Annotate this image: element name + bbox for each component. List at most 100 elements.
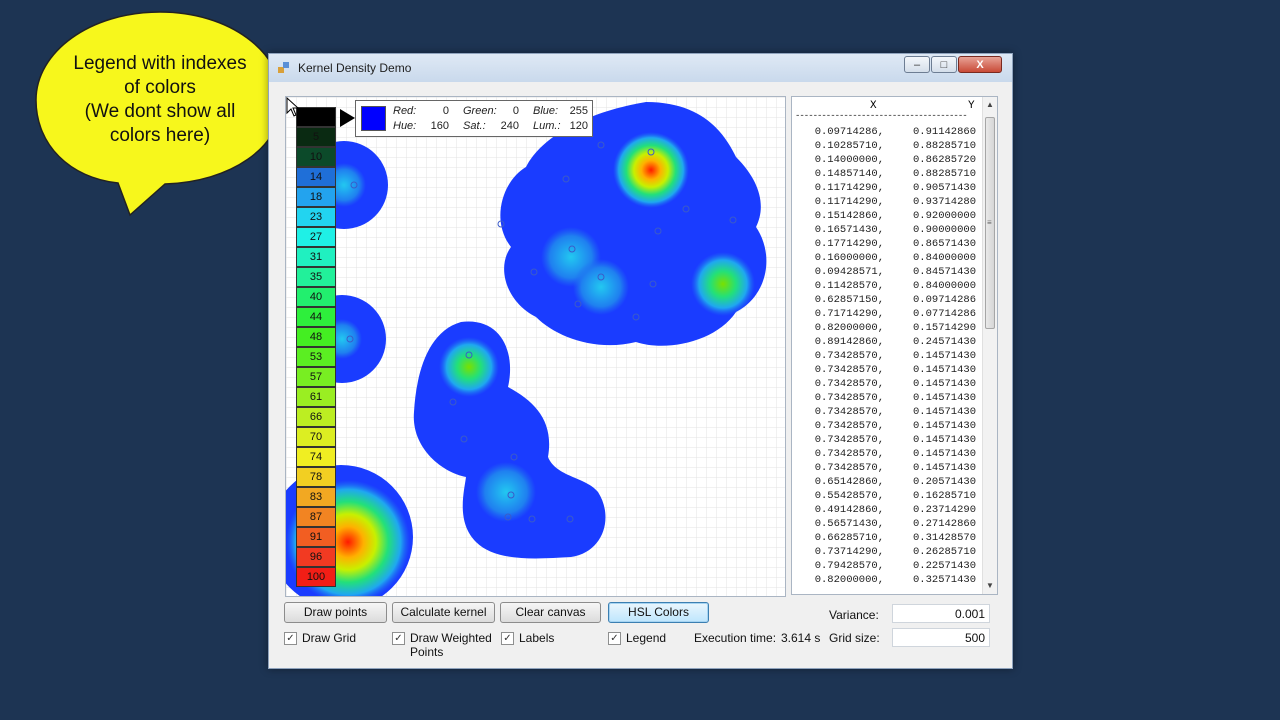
calculate-kernel-button[interactable]: Calculate kernel (392, 602, 495, 623)
list-row[interactable]: 0.14000000, 0.86285720 (792, 153, 982, 167)
list-row[interactable]: 0.49142860, 0.23714290 (792, 503, 982, 517)
app-icon (278, 62, 289, 73)
list-row[interactable]: 0.09428571, 0.84571430 (792, 265, 982, 279)
legend-entry: 66 (296, 407, 336, 427)
y-value: 0.14571430 (912, 350, 976, 362)
list-row[interactable]: 0.82000000, 0.15714290 (792, 321, 982, 335)
list-row[interactable]: 0.73428570, 0.14571430 (792, 461, 982, 475)
legend-entry: 31 (296, 247, 336, 267)
list-rows: 0.09714286, 0.91142860 0.10285710, 0.882857… (792, 125, 982, 587)
y-value: 0.07714286 (912, 308, 976, 320)
x-value: 0.73428570, (814, 364, 884, 376)
y-value: 0.14571430 (912, 364, 976, 376)
scroll-up-arrow-icon[interactable]: ▲ (986, 100, 994, 109)
header-separator: --------------------------------------- (795, 111, 968, 121)
variance-input[interactable]: 0.001 (892, 604, 990, 623)
execution-time-value: 3.614 s (781, 631, 821, 645)
list-row[interactable]: 0.73428570, 0.14571430 (792, 391, 982, 405)
mouse-cursor-icon (286, 97, 300, 117)
density-hotspot-top (613, 132, 689, 208)
list-row[interactable]: 0.17714290, 0.86571430 (792, 237, 982, 251)
close-button[interactable]: X (958, 56, 1002, 73)
list-row[interactable]: 0.16000000, 0.84000000 (792, 251, 982, 265)
list-row[interactable]: 0.11428570, 0.84000000 (792, 279, 982, 293)
list-row[interactable]: 0.71714290, 0.07714286 (792, 307, 982, 321)
list-row[interactable]: 0.14857140, 0.88285710 (792, 167, 982, 181)
color-info-popup: Red: 0 Green: 0 Blue: 255 Hue: 160 Sat.:… (355, 100, 593, 137)
maximize-button[interactable]: □ (931, 56, 957, 73)
y-value: 0.14571430 (912, 434, 976, 446)
callout-line-2: of colors (124, 77, 196, 98)
checkbox-check-icon[interactable]: ✓ (392, 632, 405, 645)
red-label: Red: (393, 105, 417, 117)
y-value: 0.14571430 (912, 462, 976, 474)
density-canvas[interactable]: 5 10 14 18 23 27 31 35 40 44 48 53 57 61 66 70 74 78 83 87 9… (285, 96, 786, 597)
list-row[interactable]: 0.66285710, 0.31428570 (792, 531, 982, 545)
y-value: 0.84571430 (912, 266, 976, 278)
clear-canvas-button[interactable]: Clear canvas (500, 602, 601, 623)
scroll-thumb[interactable]: ≡ (985, 117, 995, 329)
callout-line-3: (We dont show all (84, 101, 236, 122)
legend-entry: 14 (296, 167, 336, 187)
list-header: X Y ------------------------------------… (792, 97, 982, 121)
legend-entry: 91 (296, 527, 336, 547)
list-scrollbar[interactable]: ▲ ≡ ▼ (982, 97, 997, 594)
list-row[interactable]: 0.82000000, 0.32571430 (792, 573, 982, 587)
legend-callout: Legend with indexes of colors (We dont s… (0, 0, 300, 230)
window-title: Kernel Density Demo (298, 61, 412, 75)
list-row[interactable]: 0.73428570, 0.14571430 (792, 419, 982, 433)
x-value: 0.14857140, (814, 168, 884, 180)
minimize-button[interactable]: – (904, 56, 930, 73)
y-value: 0.27142860 (912, 518, 976, 530)
callout-line-4: colors here) (109, 125, 211, 146)
list-row[interactable]: 0.10285710, 0.88285710 (792, 139, 982, 153)
list-row[interactable]: 0.73428570, 0.14571430 (792, 405, 982, 419)
list-row[interactable]: 0.73428570, 0.14571430 (792, 433, 982, 447)
list-row[interactable]: 0.73428570, 0.14571430 (792, 447, 982, 461)
legend-entry: 10 (296, 147, 336, 167)
legend-entry: 53 (296, 347, 336, 367)
list-row[interactable]: 0.73428570, 0.14571430 (792, 363, 982, 377)
list-row[interactable]: 0.65142860, 0.20571430 (792, 475, 982, 489)
y-value: 0.93714280 (912, 196, 976, 208)
y-value: 0.90571430 (912, 182, 976, 194)
checkbox-check-icon[interactable]: ✓ (608, 632, 621, 645)
legend-entry: 57 (296, 367, 336, 387)
legend-entry: 70 (296, 427, 336, 447)
grid-size-input[interactable]: 500 (892, 628, 990, 647)
list-row[interactable]: 0.11714290, 0.93714280 (792, 195, 982, 209)
legend-entry: 44 (296, 307, 336, 327)
list-row[interactable]: 0.73428570, 0.14571430 (792, 349, 982, 363)
list-row[interactable]: 0.15142860, 0.92000000 (792, 209, 982, 223)
checkbox-check-icon[interactable]: ✓ (501, 632, 514, 645)
draw-points-button[interactable]: Draw points (284, 602, 387, 623)
density-hotspot-snake (439, 337, 499, 397)
legend-entry: 74 (296, 447, 336, 467)
color-swatch (361, 106, 386, 131)
list-row[interactable]: 0.56571430, 0.27142860 (792, 517, 982, 531)
blue-value: 255 (569, 105, 588, 117)
title-bar[interactable]: Kernel Density Demo – □ X (269, 54, 1012, 82)
coordinates-list[interactable]: X Y ------------------------------------… (791, 96, 998, 595)
x-value: 0.62857150, (814, 294, 884, 306)
lum-label: Lum.: (533, 120, 561, 132)
list-row[interactable]: 0.62857150, 0.09714286 (792, 293, 982, 307)
x-value: 0.11428570, (814, 280, 884, 292)
list-row[interactable]: 0.73714290, 0.26285710 (792, 545, 982, 559)
checkbox-check-icon[interactable]: ✓ (284, 632, 297, 645)
list-row[interactable]: 0.89142860, 0.24571430 (792, 335, 982, 349)
hsl-colors-button[interactable]: HSL Colors (608, 602, 709, 623)
density-spot-snake-bottom (476, 462, 536, 522)
list-row[interactable]: 0.79428570, 0.22571430 (792, 559, 982, 573)
list-row[interactable]: 0.55428570, 0.16285710 (792, 489, 982, 503)
list-row[interactable]: 0.16571430, 0.90000000 (792, 223, 982, 237)
x-value: 0.15142860, (814, 210, 884, 222)
legend-entry: 35 (296, 267, 336, 287)
list-row[interactable]: 0.73428570, 0.14571430 (792, 377, 982, 391)
scroll-down-arrow-icon[interactable]: ▼ (986, 581, 994, 590)
list-row[interactable]: 0.11714290, 0.90571430 (792, 181, 982, 195)
x-value: 0.17714290, (814, 238, 884, 250)
list-row[interactable]: 0.09714286, 0.91142860 (792, 125, 982, 139)
grip-icon: ≡ (987, 218, 992, 227)
y-value: 0.14571430 (912, 406, 976, 418)
